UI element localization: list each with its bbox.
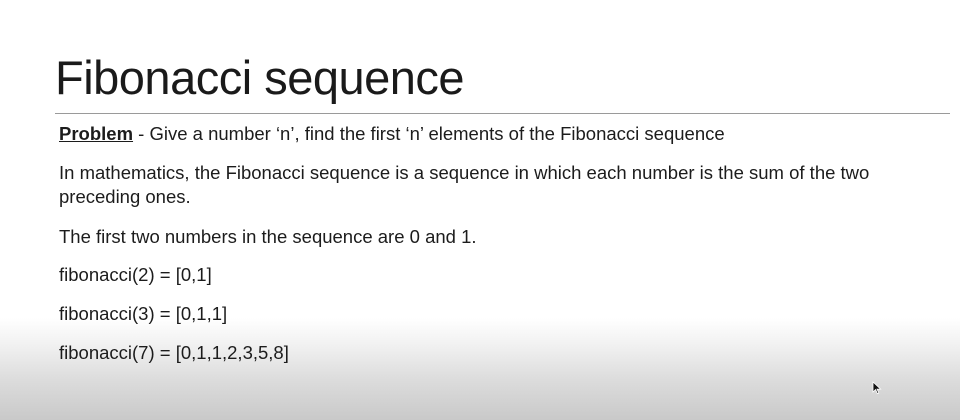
example-line: fibonacci(2) = [0,1] <box>59 264 212 285</box>
problem-label: Problem <box>59 123 134 144</box>
example-line: fibonacci(7) = [0,1,1,2,3,5,8] <box>59 342 289 363</box>
presentation-slide: Fibonacci sequence Problem - Give a numb… <box>0 0 960 420</box>
mouse-pointer-icon <box>872 381 882 395</box>
intro-paragraph: In mathematics, the Fibonacci sequence i… <box>59 162 870 207</box>
first-two-paragraph: The first two numbers in the sequence ar… <box>59 226 477 247</box>
problem-statement: Problem - Give a number ‘n’, find the fi… <box>59 122 725 146</box>
problem-text: - Give a number ‘n’, find the first ‘n’ … <box>133 123 725 144</box>
title-divider <box>55 113 950 114</box>
example-line: fibonacci(3) = [0,1,1] <box>59 303 228 324</box>
slide-title: Fibonacci sequence <box>55 51 465 104</box>
